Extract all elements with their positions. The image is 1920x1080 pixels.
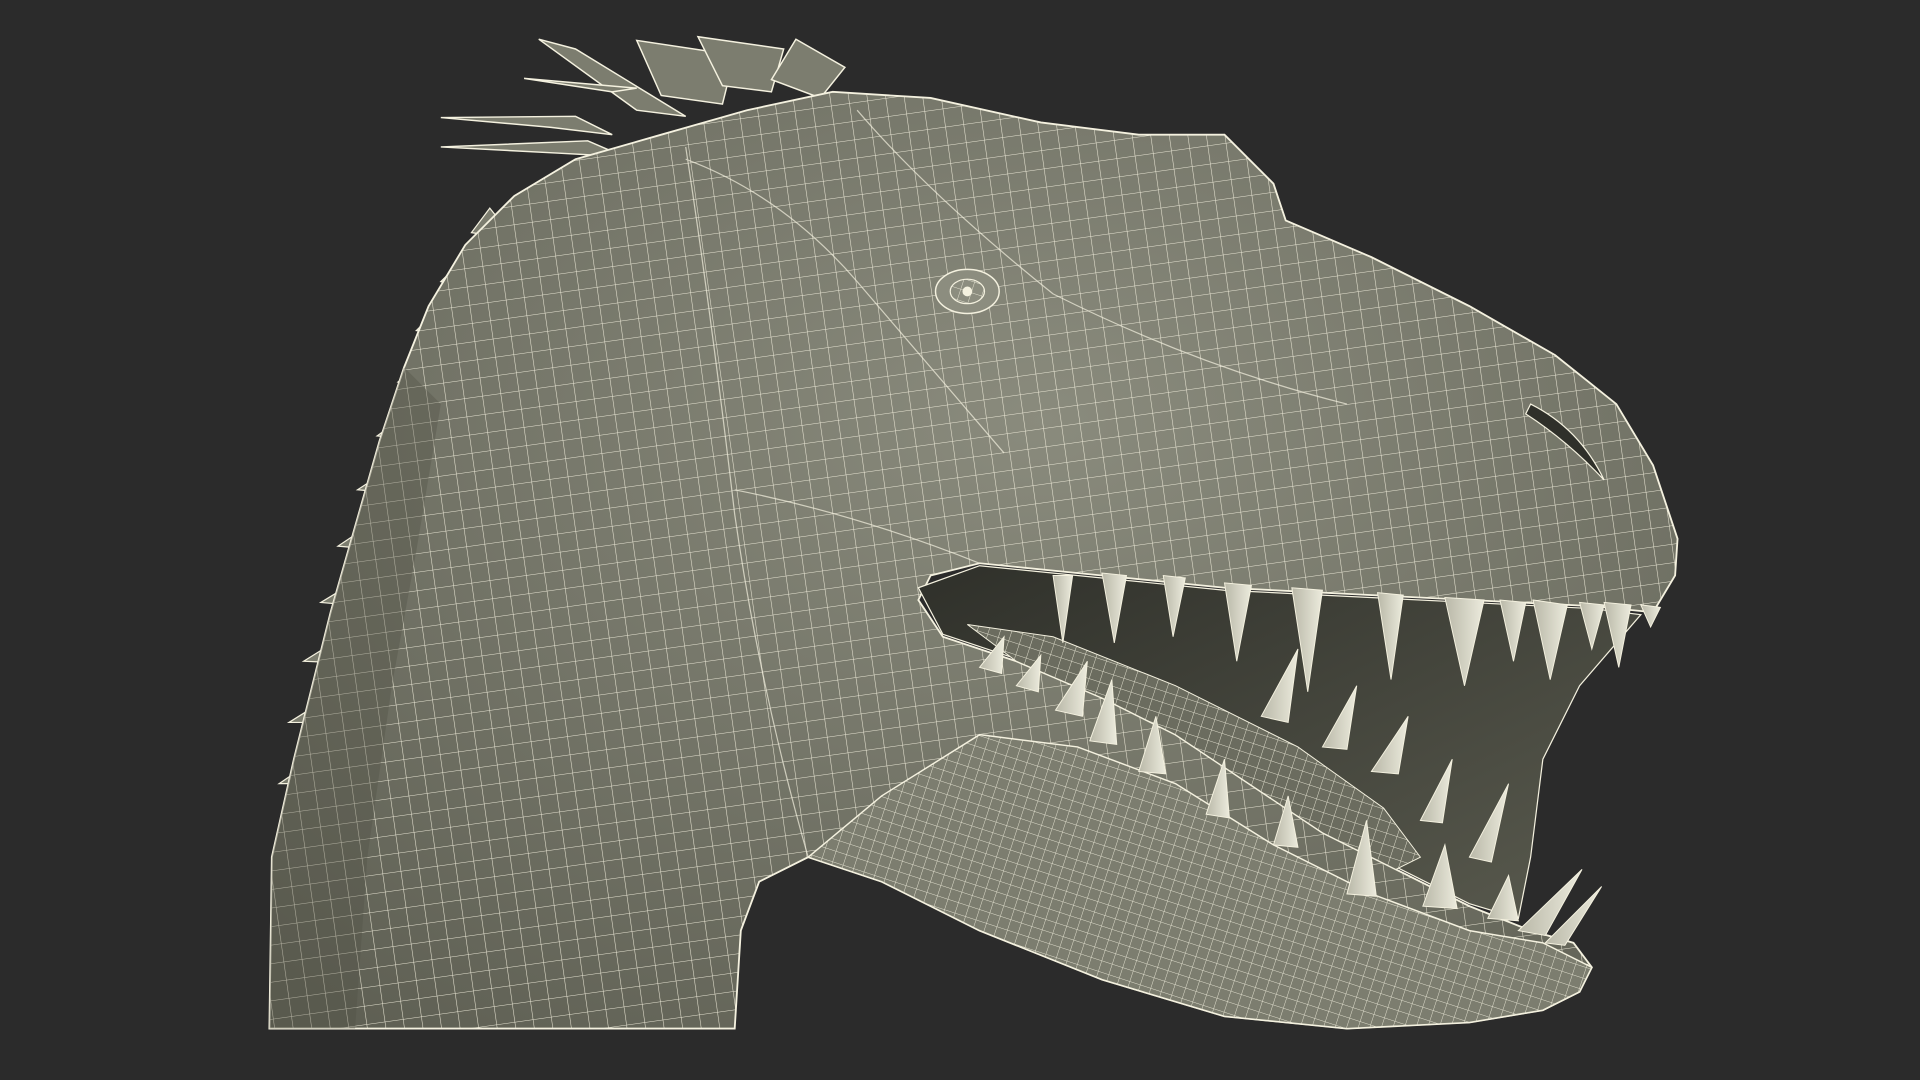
dinosaur-head-wireframe-icon	[0, 0, 1920, 1080]
eye	[934, 268, 1000, 315]
render-viewport	[0, 0, 1920, 1080]
